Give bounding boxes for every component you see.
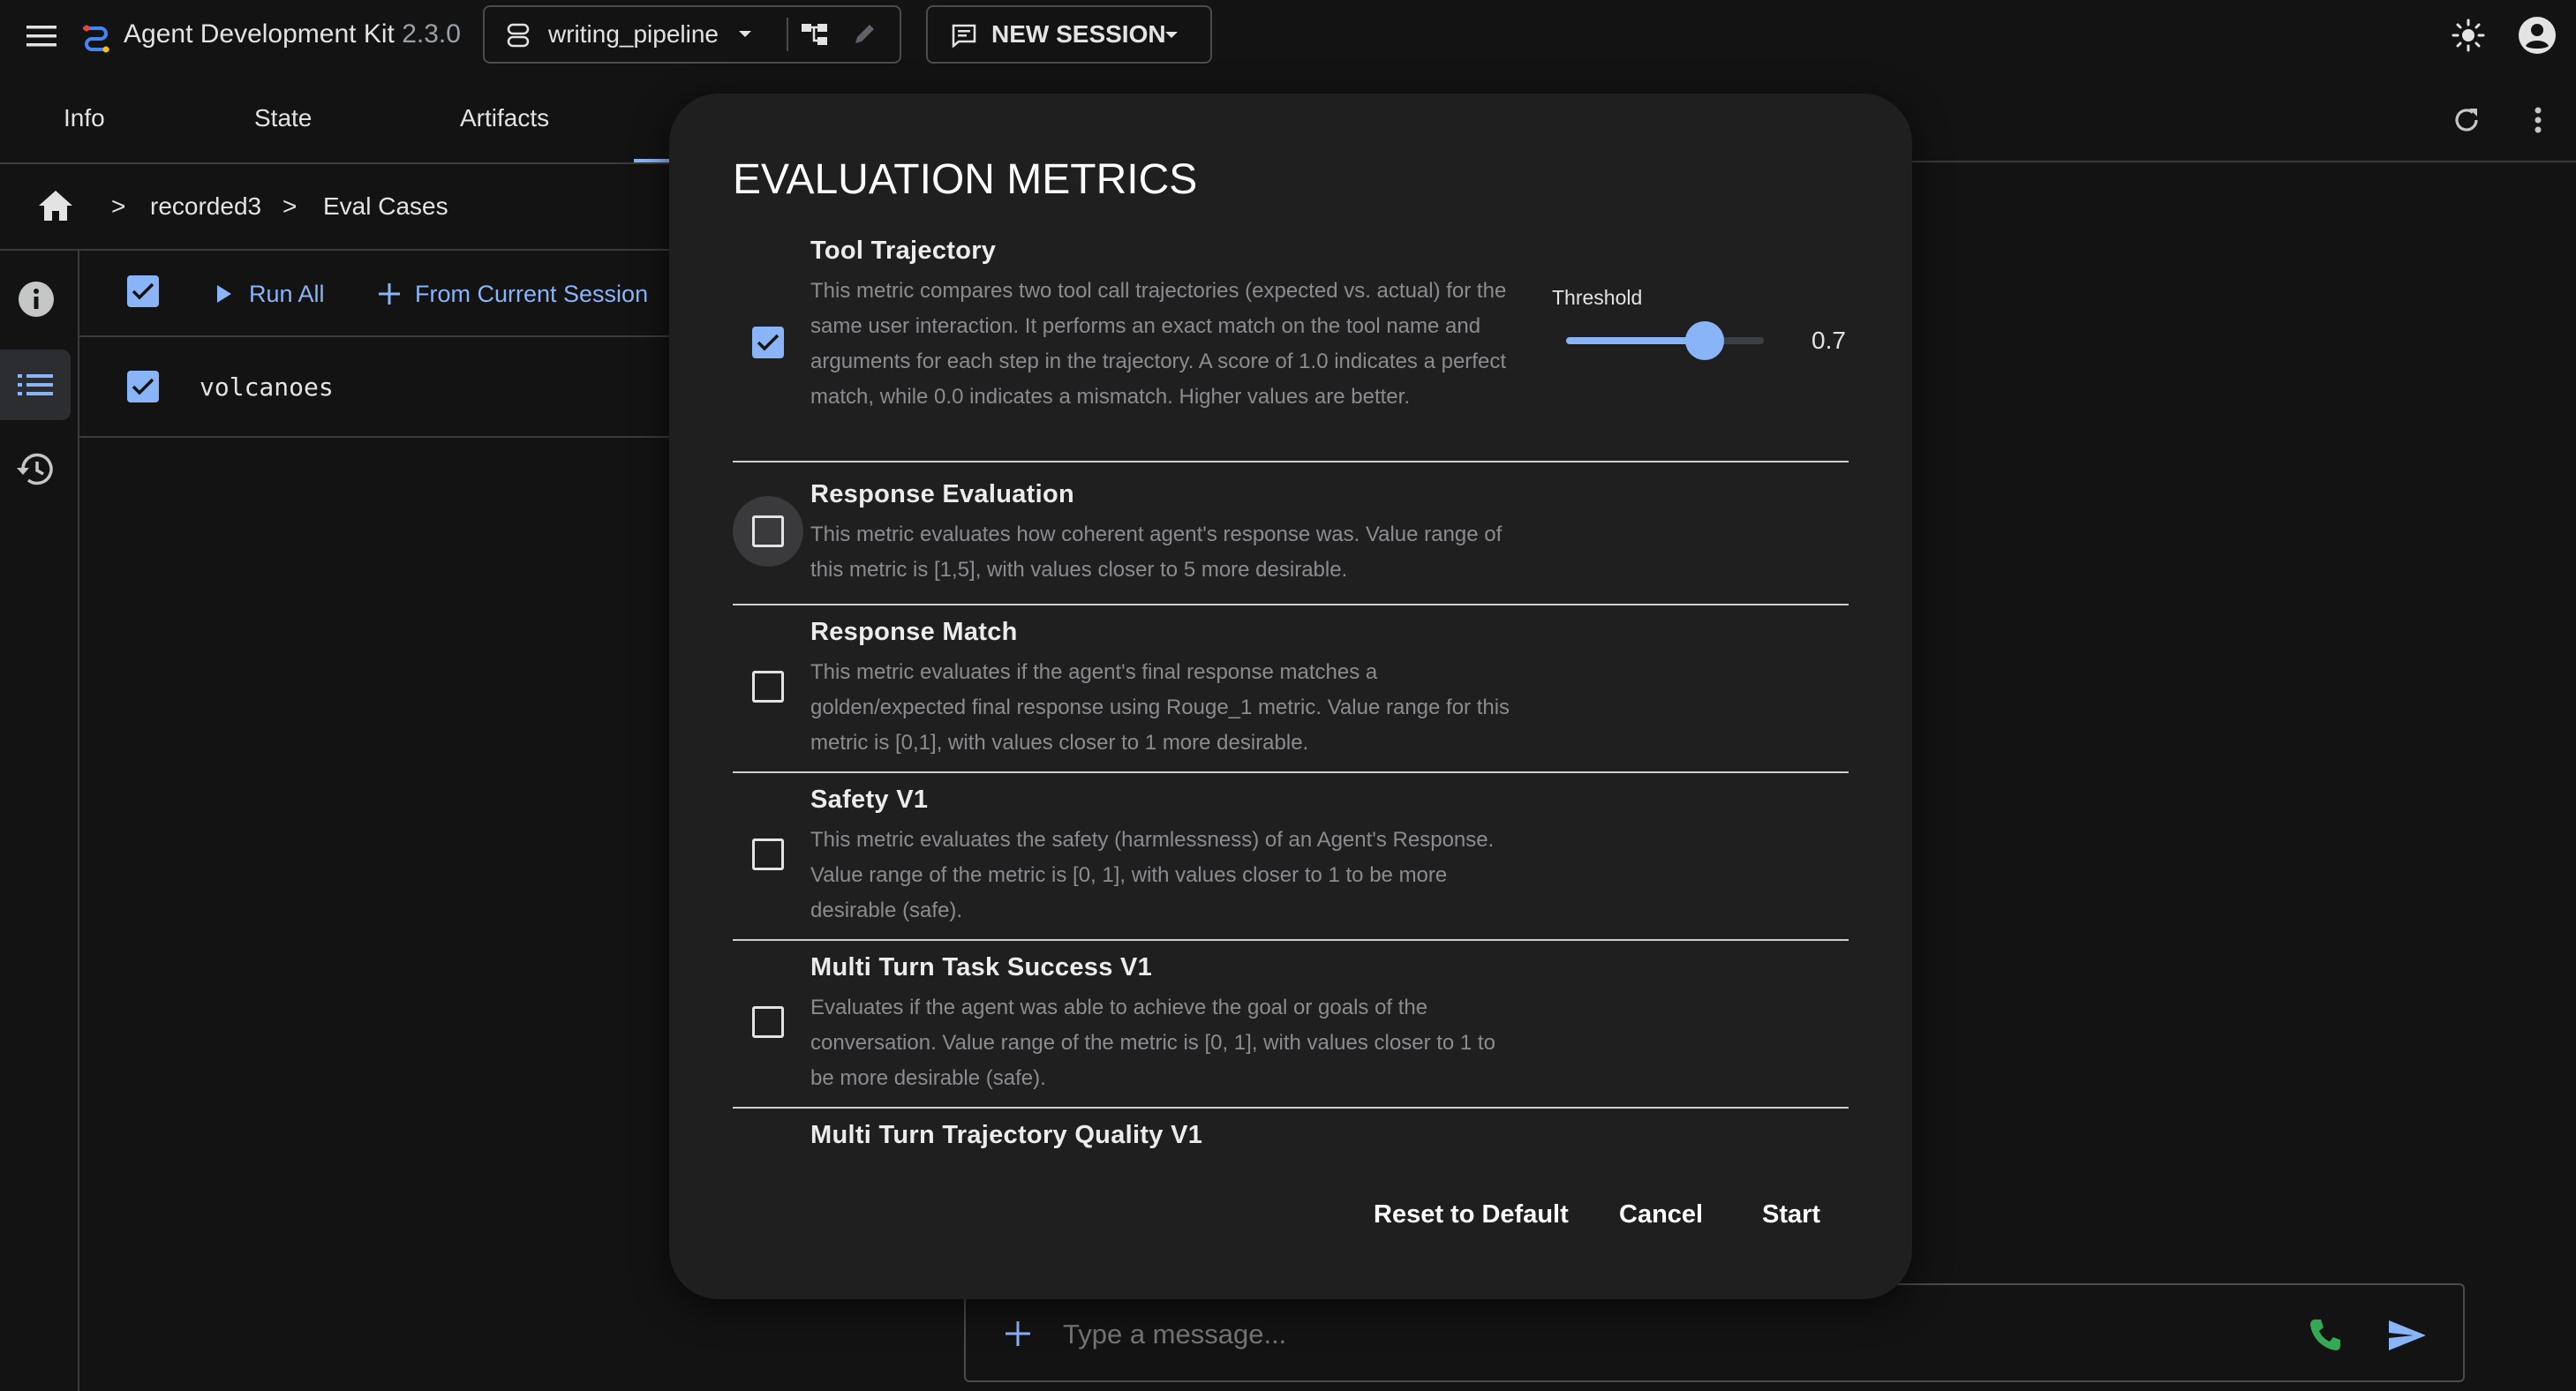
- play-icon: [217, 285, 231, 303]
- eval-case-name: volcanoes: [200, 372, 334, 402]
- new-session-button[interactable]: NEW SESSION: [926, 5, 1212, 64]
- breadcrumb-item-eval-cases: Eval Cases: [323, 192, 448, 220]
- evaluation-metrics-dialog: EVALUATION METRICS Tool Trajectory This …: [669, 94, 1912, 1299]
- check-icon: [757, 334, 780, 351]
- add-attachment-icon[interactable]: [1005, 1320, 1031, 1347]
- app-title-text: Agent Development Kit: [124, 19, 395, 49]
- row-divider: [79, 436, 669, 438]
- start-button[interactable]: Start: [1762, 1200, 1820, 1229]
- chevron-down-icon: [738, 30, 752, 39]
- reset-to-default-button[interactable]: Reset to Default: [1374, 1200, 1569, 1229]
- breadcrumb-separator: >: [111, 192, 126, 220]
- metric-desc-safety-v1: This metric evaluates the safety (harmle…: [810, 828, 1495, 922]
- account-icon[interactable]: [2518, 16, 2557, 55]
- agent-graph-icon[interactable]: [801, 21, 829, 48]
- metric-title-response-match: Response Match: [810, 618, 1018, 646]
- menu-icon[interactable]: [26, 24, 56, 49]
- app-version: 2.3.0: [402, 19, 461, 49]
- home-icon[interactable]: [37, 189, 74, 222]
- from-current-session-label: From Current Session: [415, 280, 649, 307]
- chat-icon: [951, 23, 977, 48]
- threshold-slider[interactable]: [1566, 321, 1764, 360]
- info-icon[interactable]: [18, 281, 55, 318]
- metric-separator: [733, 461, 1849, 462]
- metric-title-multi-turn-task-success: Multi Turn Task Success V1: [810, 953, 1153, 981]
- threshold-slider-thumb[interactable]: [1684, 321, 1724, 360]
- list-icon: [18, 372, 53, 397]
- new-session-label: NEW SESSION: [991, 20, 1166, 48]
- adk-logo-icon: [78, 19, 113, 55]
- chevron-down-icon: [1164, 31, 1179, 40]
- run-all-label: Run All: [249, 280, 325, 307]
- breadcrumb: > recorded3 > Eval Cases: [0, 164, 669, 247]
- safety-v1-checkbox[interactable]: [752, 838, 784, 870]
- agent-selector: writing_pipeline: [483, 5, 901, 64]
- threshold-slider-fill: [1566, 337, 1705, 344]
- breadcrumb-item-recorded3[interactable]: recorded3: [150, 192, 261, 221]
- refresh-icon[interactable]: [2452, 106, 2481, 134]
- metric-separator: [733, 939, 1849, 941]
- response-match-checkbox[interactable]: [752, 671, 784, 703]
- tab-artifacts[interactable]: Artifacts: [460, 104, 549, 132]
- metric-desc-multi-turn-task-success: Evaluates if the agent was able to achie…: [810, 996, 1495, 1090]
- app-title: Agent Development Kit 2.3.0: [124, 19, 461, 49]
- more-vert-icon[interactable]: [2534, 106, 2542, 134]
- table-row[interactable]: volcanoes: [79, 337, 669, 438]
- threshold-value: 0.7: [1811, 327, 1846, 354]
- edit-icon[interactable]: [852, 20, 878, 47]
- metric-title-response-evaluation: Response Evaluation: [810, 480, 1074, 508]
- metric-desc-response-evaluation: This metric evaluates how coherent agent…: [810, 523, 1503, 582]
- message-input[interactable]: [1061, 1312, 2301, 1357]
- run-all-button[interactable]: Run All: [215, 279, 325, 309]
- agent-dropdown[interactable]: writing_pipeline: [548, 7, 752, 62]
- agent-icon: [506, 23, 531, 48]
- tab-state[interactable]: State: [254, 104, 312, 132]
- metric-title-safety-v1: Safety V1: [810, 786, 929, 814]
- send-icon[interactable]: [2387, 1319, 2428, 1352]
- tab-info[interactable]: Info: [64, 104, 105, 132]
- threshold-label: Threshold: [1552, 286, 1643, 309]
- check-icon: [132, 282, 154, 300]
- multi-turn-task-success-checkbox[interactable]: [752, 1006, 784, 1038]
- metric-desc-tool-trajectory: This metric compares two tool call traje…: [810, 279, 1507, 409]
- brightness-icon[interactable]: [2451, 18, 2486, 53]
- eval-list-nav[interactable]: [0, 350, 71, 420]
- right-header-divider: [1900, 161, 2576, 162]
- breadcrumb-separator: >: [282, 192, 298, 220]
- metric-desc-response-match: This metric evaluates if the agent's fin…: [810, 660, 1510, 755]
- response-evaluation-checkbox[interactable]: [752, 515, 784, 547]
- history-icon[interactable]: [16, 452, 55, 487]
- metric-separator: [733, 771, 1849, 773]
- chip-divider: [787, 18, 788, 51]
- phone-icon[interactable]: [2308, 1317, 2343, 1352]
- metric-separator: [733, 1107, 1849, 1109]
- dialog-title: EVALUATION METRICS: [733, 156, 1198, 203]
- agent-name: writing_pipeline: [548, 20, 719, 48]
- right-header: [1900, 78, 2576, 162]
- tool-trajectory-checkbox[interactable]: [752, 327, 784, 358]
- side-panel: Info State Artifacts > recorded3 > Eval …: [0, 78, 669, 1391]
- top-bar: Agent Development Kit 2.3.0 writing_pipe…: [0, 0, 2576, 78]
- from-current-session-button[interactable]: From Current Session: [378, 279, 648, 309]
- breadcrumb-divider: [0, 249, 669, 251]
- eval-case-checkbox[interactable]: [127, 371, 159, 402]
- check-icon: [132, 378, 154, 395]
- metric-separator: [733, 604, 1849, 605]
- cancel-button[interactable]: Cancel: [1619, 1200, 1703, 1229]
- metric-title-tool-trajectory: Tool Trajectory: [810, 237, 997, 265]
- plus-icon: [379, 283, 400, 305]
- metric-title-multi-turn-trajectory-quality: Multi Turn Trajectory Quality V1: [810, 1121, 1203, 1149]
- select-all-checkbox[interactable]: [127, 275, 159, 307]
